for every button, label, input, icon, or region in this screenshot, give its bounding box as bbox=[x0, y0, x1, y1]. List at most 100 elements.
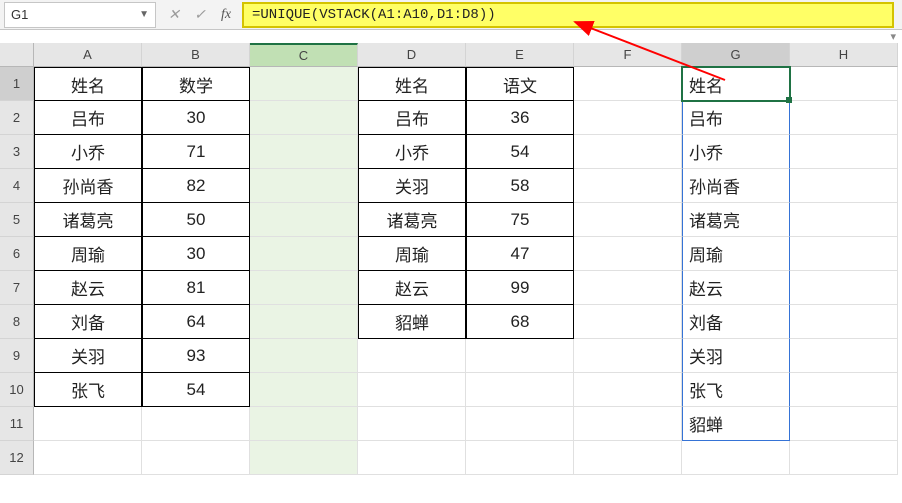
cell[interactable] bbox=[682, 441, 790, 475]
row-header[interactable]: 10 bbox=[0, 373, 34, 407]
col-header-a[interactable]: A bbox=[34, 43, 142, 67]
worksheet[interactable]: A B C D E F G H 1姓名数学姓名语文姓名2吕布30吕布36吕布3小… bbox=[0, 43, 902, 503]
col-header-f[interactable]: F bbox=[574, 43, 682, 67]
cell[interactable]: 75 bbox=[466, 203, 574, 237]
cell[interactable]: 孙尚香 bbox=[34, 169, 142, 203]
cell[interactable] bbox=[574, 373, 682, 407]
cell[interactable] bbox=[250, 441, 358, 475]
row-header[interactable]: 11 bbox=[0, 407, 34, 441]
cell[interactable] bbox=[790, 203, 898, 237]
cell[interactable] bbox=[574, 101, 682, 135]
row-header[interactable]: 9 bbox=[0, 339, 34, 373]
cell[interactable]: 诸葛亮 bbox=[34, 203, 142, 237]
cell[interactable]: 姓名 bbox=[358, 67, 466, 101]
row-header[interactable]: 7 bbox=[0, 271, 34, 305]
cell[interactable] bbox=[790, 237, 898, 271]
cell[interactable] bbox=[574, 407, 682, 441]
cancel-icon[interactable]: ✕ bbox=[162, 3, 186, 27]
fill-handle[interactable] bbox=[786, 97, 792, 103]
cell[interactable]: 赵云 bbox=[358, 271, 466, 305]
col-header-h[interactable]: H bbox=[790, 43, 898, 67]
cell[interactable] bbox=[574, 305, 682, 339]
cell[interactable] bbox=[790, 441, 898, 475]
row-header[interactable]: 3 bbox=[0, 135, 34, 169]
cell[interactable] bbox=[466, 373, 574, 407]
cell[interactable]: 周瑜 bbox=[682, 237, 790, 271]
cell[interactable] bbox=[250, 135, 358, 169]
cell[interactable]: 30 bbox=[142, 101, 250, 135]
row-header[interactable]: 2 bbox=[0, 101, 34, 135]
cell[interactable] bbox=[250, 237, 358, 271]
cell[interactable]: 小乔 bbox=[34, 135, 142, 169]
cell[interactable]: 吕布 bbox=[682, 101, 790, 135]
cell[interactable] bbox=[574, 203, 682, 237]
cell[interactable]: 68 bbox=[466, 305, 574, 339]
cell[interactable]: 貂蝉 bbox=[358, 305, 466, 339]
col-header-g[interactable]: G bbox=[682, 43, 790, 67]
cell[interactable]: 诸葛亮 bbox=[358, 203, 466, 237]
cell[interactable]: 张飞 bbox=[682, 373, 790, 407]
col-header-b[interactable]: B bbox=[142, 43, 250, 67]
dropdown-icon[interactable]: ▼ bbox=[139, 9, 149, 20]
cell[interactable] bbox=[250, 305, 358, 339]
row-header[interactable]: 1 bbox=[0, 67, 34, 101]
cell[interactable]: 张飞 bbox=[34, 373, 142, 407]
cell[interactable]: 50 bbox=[142, 203, 250, 237]
cell[interactable] bbox=[358, 373, 466, 407]
cell[interactable]: 刘备 bbox=[682, 305, 790, 339]
row-header[interactable]: 6 bbox=[0, 237, 34, 271]
cell[interactable] bbox=[790, 305, 898, 339]
cell[interactable] bbox=[142, 441, 250, 475]
cell[interactable]: 关羽 bbox=[358, 169, 466, 203]
cell[interactable]: 64 bbox=[142, 305, 250, 339]
cell[interactable] bbox=[574, 169, 682, 203]
col-header-e[interactable]: E bbox=[466, 43, 574, 67]
cell[interactable] bbox=[250, 373, 358, 407]
row-header[interactable]: 8 bbox=[0, 305, 34, 339]
cell[interactable] bbox=[250, 67, 358, 101]
row-header[interactable]: 4 bbox=[0, 169, 34, 203]
cell[interactable] bbox=[574, 339, 682, 373]
cell[interactable]: 关羽 bbox=[682, 339, 790, 373]
cell[interactable]: 54 bbox=[142, 373, 250, 407]
name-box[interactable]: G1 ▼ bbox=[4, 2, 156, 28]
cell[interactable]: 姓名 bbox=[34, 67, 142, 101]
grid[interactable]: 1姓名数学姓名语文姓名2吕布30吕布36吕布3小乔71小乔54小乔4孙尚香82关… bbox=[0, 67, 902, 475]
formula-input[interactable]: =UNIQUE(VSTACK(A1:A10,D1:D8)) bbox=[242, 2, 894, 28]
cell[interactable] bbox=[250, 407, 358, 441]
cell[interactable]: 小乔 bbox=[358, 135, 466, 169]
cell[interactable]: 吕布 bbox=[34, 101, 142, 135]
cell[interactable]: 99 bbox=[466, 271, 574, 305]
cell[interactable] bbox=[250, 101, 358, 135]
cell[interactable]: 周瑜 bbox=[358, 237, 466, 271]
cell[interactable] bbox=[466, 339, 574, 373]
confirm-icon[interactable]: ✓ bbox=[188, 3, 212, 27]
cell[interactable]: 81 bbox=[142, 271, 250, 305]
cell[interactable] bbox=[790, 67, 898, 101]
cell[interactable] bbox=[142, 407, 250, 441]
cell[interactable] bbox=[358, 339, 466, 373]
cell[interactable] bbox=[250, 203, 358, 237]
cell[interactable] bbox=[574, 135, 682, 169]
cell[interactable] bbox=[574, 67, 682, 101]
cell[interactable]: 54 bbox=[466, 135, 574, 169]
fx-icon[interactable]: fx bbox=[214, 3, 238, 27]
cell[interactable] bbox=[790, 135, 898, 169]
row-header[interactable]: 5 bbox=[0, 203, 34, 237]
cell[interactable]: 刘备 bbox=[34, 305, 142, 339]
cell[interactable] bbox=[574, 237, 682, 271]
cell[interactable] bbox=[466, 441, 574, 475]
cell[interactable]: 诸葛亮 bbox=[682, 203, 790, 237]
cell[interactable]: 58 bbox=[466, 169, 574, 203]
cell[interactable]: 貂蝉 bbox=[682, 407, 790, 441]
cell[interactable]: 姓名 bbox=[682, 67, 790, 101]
cell[interactable]: 孙尚香 bbox=[682, 169, 790, 203]
cell[interactable]: 93 bbox=[142, 339, 250, 373]
cell[interactable] bbox=[574, 271, 682, 305]
cell[interactable]: 47 bbox=[466, 237, 574, 271]
cell[interactable] bbox=[358, 441, 466, 475]
cell[interactable]: 数学 bbox=[142, 67, 250, 101]
cell[interactable]: 周瑜 bbox=[34, 237, 142, 271]
select-all-corner[interactable] bbox=[0, 43, 34, 67]
cell[interactable]: 82 bbox=[142, 169, 250, 203]
